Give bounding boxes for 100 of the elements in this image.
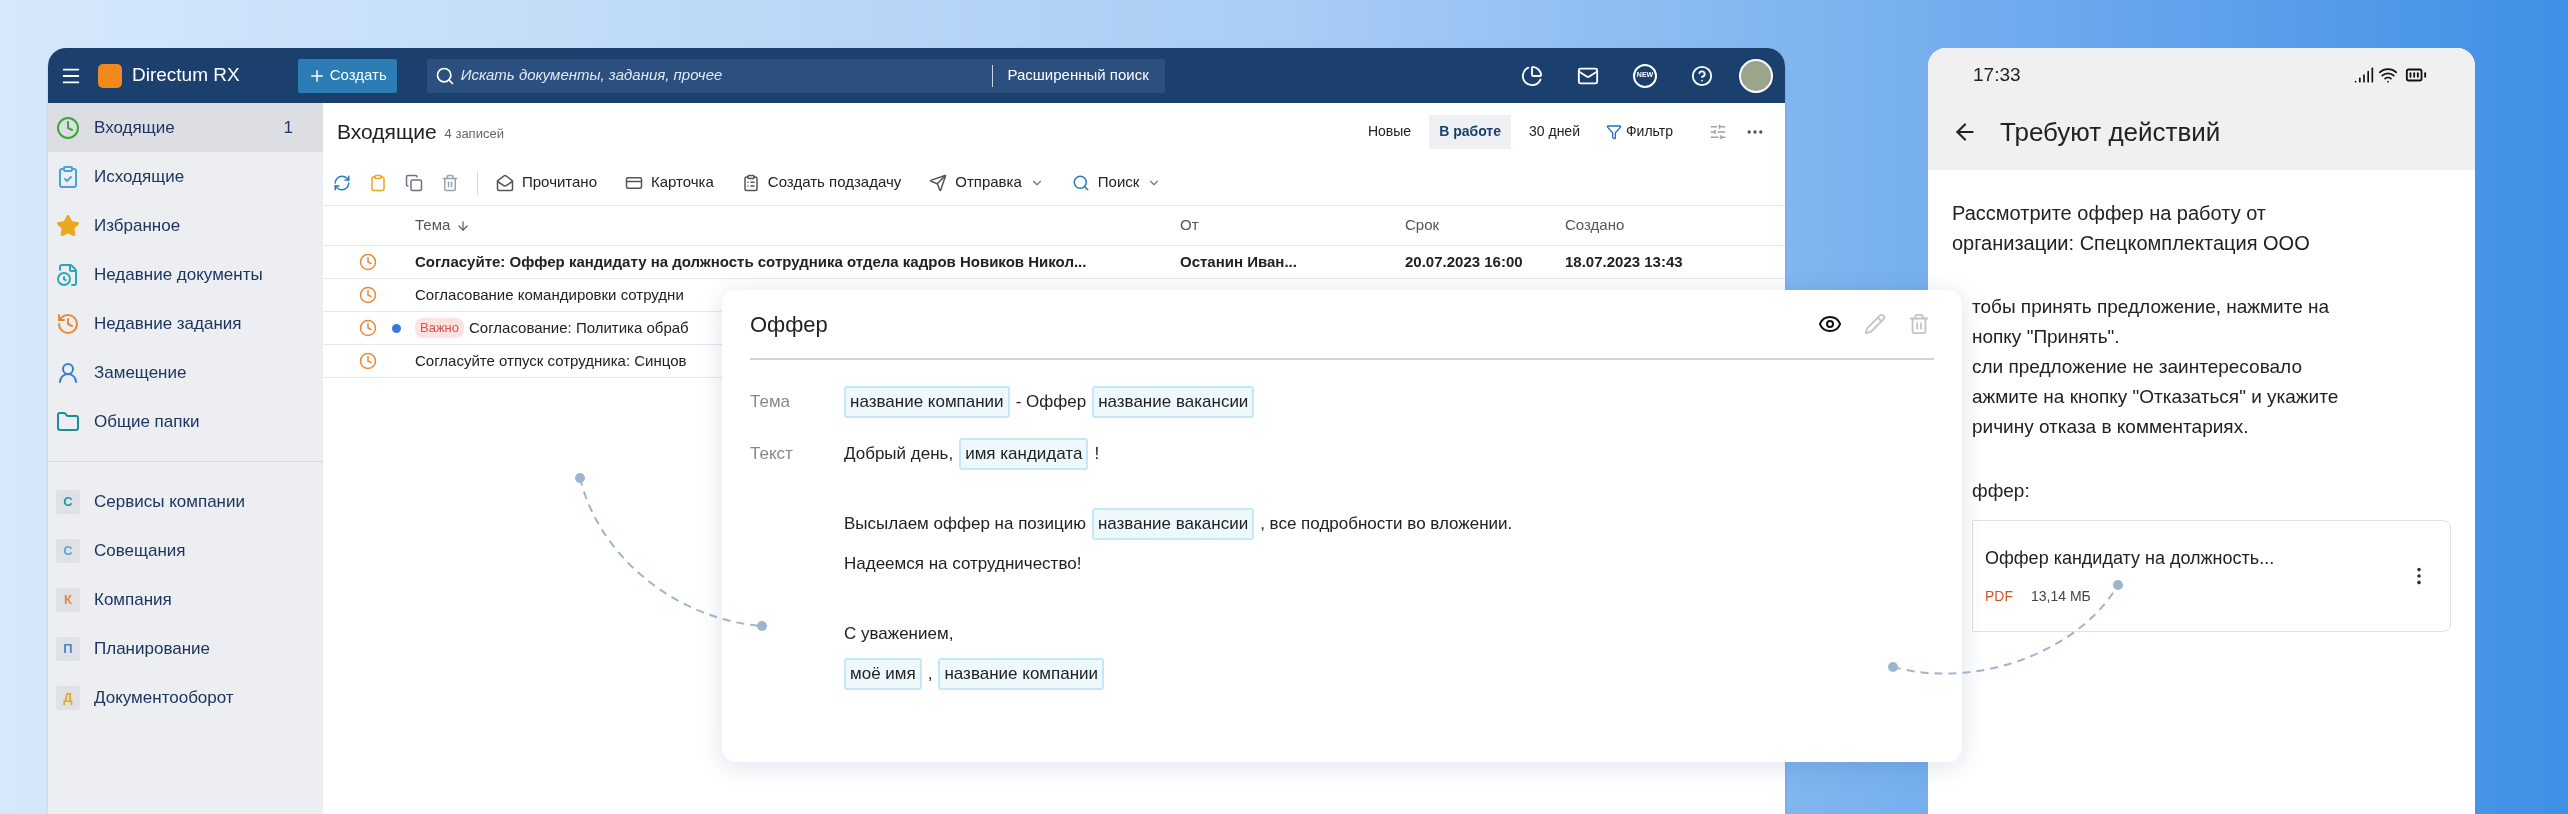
period-tab[interactable]: В работе [1429, 114, 1511, 149]
send-icon [929, 173, 948, 192]
screen-title: Требуют действий [2000, 115, 2221, 149]
template-text: , все подробности во вложении. [1260, 513, 1513, 536]
module-letter-icon: П [56, 636, 80, 661]
clipboard-icon[interactable] [369, 173, 387, 192]
column-header[interactable]: Срок [1405, 214, 1565, 237]
template-text: С уважением, [844, 623, 954, 646]
folder-icon [56, 409, 80, 434]
sidebar-item[interactable]: Входящие 1 [48, 103, 323, 152]
logo-icon [98, 63, 122, 88]
history-icon [56, 311, 80, 336]
attachment-card[interactable]: Оффер кандидату на должность... PDF 13,14 МБ [1972, 520, 2451, 632]
filter-button[interactable]: Фильтр [1605, 121, 1673, 142]
sender-name: Останин Иван... [1180, 251, 1298, 272]
avatar[interactable] [1739, 58, 1773, 93]
field-label: Тема [750, 391, 792, 414]
period-tab[interactable]: Новые [1357, 114, 1422, 149]
toolbar-button[interactable]: Поиск [1071, 171, 1162, 194]
status-time: 17:33 [1973, 62, 2022, 87]
person-icon [56, 360, 80, 385]
sidebar-item[interactable]: С Совещания [48, 526, 323, 575]
instruction-line: тобы принять предложение, нажмите на [1972, 295, 2331, 319]
template-text: , [927, 663, 933, 686]
toolbar-button[interactable]: Создать подзадачу [741, 171, 902, 194]
list-title: Входящие [337, 118, 437, 145]
sidebar-item[interactable]: П Планирование [48, 624, 323, 673]
toolbar-button[interactable]: Прочитано [496, 171, 597, 194]
task-subject: Согласуйте отпуск сотрудника: Синцов [415, 350, 687, 371]
clipboard-icon [741, 173, 760, 192]
template-text: ! [1094, 443, 1100, 466]
placeholder-token: название вакансии [1091, 508, 1255, 540]
template-text: - Оффер [1015, 391, 1087, 414]
document-icon [56, 262, 80, 287]
clock-icon [359, 253, 377, 271]
offer-description: Рассмотрите оффер на работу от организации: Спецкомплектация ООО [1951, 201, 2311, 256]
record-count: 4 записей [444, 124, 504, 143]
unread-count: 1 [283, 116, 294, 139]
instruction-line: нопку "Принять". [1972, 325, 2121, 349]
brand-name: Directum RX [132, 63, 240, 88]
search-icon [1071, 173, 1090, 192]
module-letter-icon: С [56, 489, 80, 514]
template-text: Надеемся на сотрудничество! [844, 553, 1082, 576]
refresh-icon[interactable] [333, 173, 351, 192]
placeholder-token: название компании [938, 658, 1105, 690]
module-letter-icon: С [56, 538, 80, 563]
search-icon [434, 65, 455, 86]
section-label: ффер: [1972, 479, 2031, 503]
sidebar-item[interactable]: Общие папки [48, 397, 323, 446]
sidebar-item[interactable]: С Сервисы компании [48, 477, 323, 526]
chart-icon[interactable] [1521, 64, 1543, 87]
open-envelope-icon [496, 173, 514, 192]
importance-tag: Важно [415, 318, 464, 338]
settings-sliders-icon[interactable] [1709, 122, 1727, 141]
sidebar-item[interactable]: Исходящие [48, 152, 323, 201]
wifi-icon [2378, 65, 2398, 85]
task-subject: Согласование командировки сотрудни [415, 284, 684, 305]
column-header[interactable]: Создано [1565, 214, 1625, 237]
help-icon[interactable] [1691, 64, 1713, 87]
signal-icon [2354, 65, 2374, 85]
sidebar-item[interactable]: Избранное [48, 201, 323, 250]
task-subject: Согласование: Политика обраб [469, 317, 689, 338]
toolbar-button[interactable]: Отправка [929, 171, 1044, 194]
placeholder-token: название вакансии [1092, 386, 1255, 418]
sidebar-item[interactable]: Недавние документы [48, 250, 323, 299]
card-title: Оффер [750, 310, 829, 339]
period-tab[interactable]: 30 дней [1519, 114, 1590, 149]
file-size: 13,14 МБ [2031, 587, 2091, 606]
column-header[interactable]: От [1180, 214, 1405, 237]
copy-icon[interactable] [405, 173, 423, 192]
clock-icon [56, 115, 80, 140]
search-field[interactable]: Искать документы, задания, прочее Расширенный поиск [426, 58, 1165, 93]
clock-icon [359, 352, 377, 370]
created-date: 18.07.2023 13:43 [1565, 251, 1683, 272]
column-header[interactable]: Тема [415, 214, 1180, 237]
toolbar-button[interactable]: Карточка [625, 171, 714, 194]
star-icon [56, 213, 80, 238]
instruction-line: сли предложение не заинтересовало [1972, 355, 2303, 379]
placeholder-token: имя кандидата [959, 438, 1089, 470]
sidebar-item[interactable]: Недавние задания [48, 299, 323, 348]
create-button[interactable]: Создать [297, 58, 397, 93]
template-text: Добрый день, [844, 443, 954, 466]
attachment-name: Оффер кандидату на должность... [1985, 547, 2276, 570]
clock-icon [359, 286, 377, 304]
module-letter-icon: Д [56, 685, 80, 710]
task-row[interactable]: Согласуйте: Оффер кандидату на должность сотрудника отдела кадров Новиков Никол... Останин Иван... 20.07.2023 16:00 18.07.2023 13:43 [323, 246, 1785, 279]
clipboard-check-icon [56, 164, 80, 189]
sidebar-item[interactable]: К Компания [48, 575, 323, 624]
advanced-search-link[interactable]: Расширенный поиск [999, 64, 1157, 87]
trash-icon[interactable] [441, 173, 459, 192]
template-text: Высылаем оффер на позицию [844, 513, 1086, 536]
task-subject: Согласуйте: Оффер кандидату на должность сотрудника отдела кадров Новиков Никол... [415, 251, 1088, 272]
instruction-line: ажмите на кнопку "Отказаться" и укажите [1972, 385, 2340, 409]
file-type: PDF [1985, 587, 2013, 606]
due-date: 20.07.2023 16:00 [1405, 251, 1524, 272]
sidebar-item[interactable]: Д Документооборот [48, 673, 323, 722]
sidebar-item[interactable]: Замещение [48, 348, 323, 397]
field-label: Текст [750, 443, 794, 466]
clock-icon [359, 319, 377, 337]
placeholder-token: моё имя [844, 658, 922, 690]
